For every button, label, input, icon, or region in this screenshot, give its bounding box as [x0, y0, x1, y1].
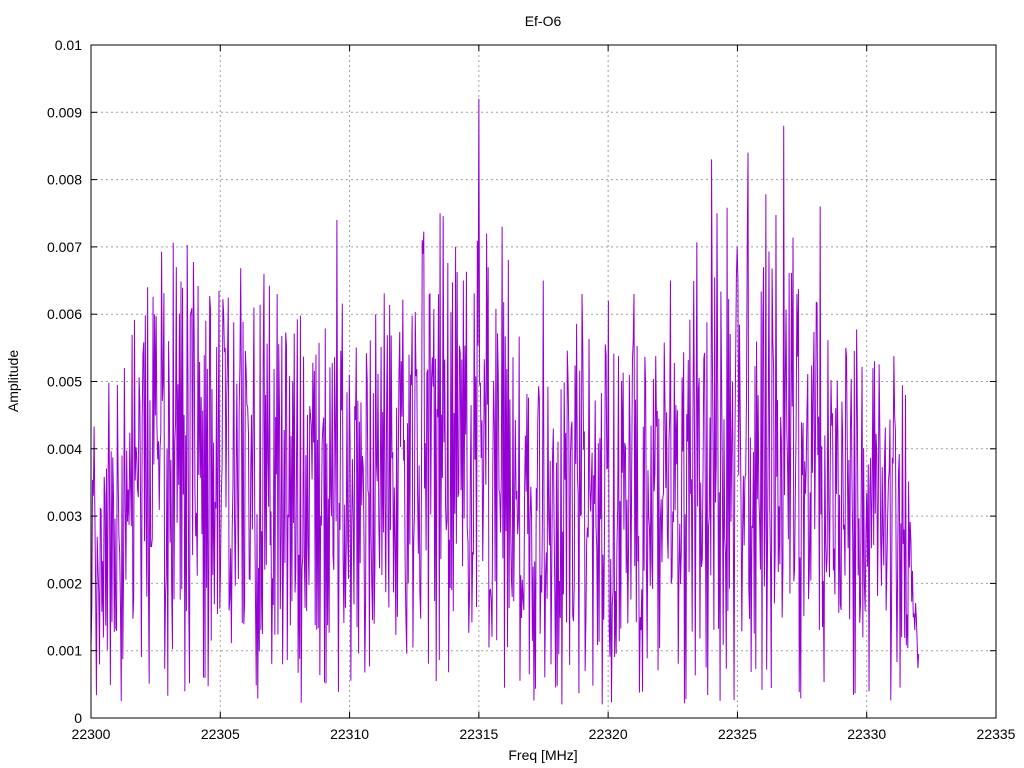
- y-tick-label: 0.004: [47, 441, 82, 457]
- chart-title: Ef-O6: [525, 13, 562, 29]
- y-tick-label: 0.002: [47, 575, 82, 591]
- y-tick-label: 0.009: [47, 104, 82, 120]
- x-tick-label: 22330: [847, 726, 886, 742]
- x-tick-label: 22310: [330, 726, 369, 742]
- x-tick-label: 22320: [589, 726, 628, 742]
- x-axis-label: Freq [MHz]: [508, 747, 577, 763]
- y-tick-label: 0.008: [47, 172, 82, 188]
- y-tick-label: 0.007: [47, 239, 82, 255]
- x-tick-label: 22305: [201, 726, 240, 742]
- y-axis-label: Amplitude: [5, 350, 21, 412]
- x-tick-label: 22335: [977, 726, 1016, 742]
- y-tick-label: 0.006: [47, 306, 82, 322]
- y-tick-label: 0.005: [47, 374, 82, 390]
- chart: 22300 22305 22310 22315 22320 22325 22330 22335…: [0, 0, 1024, 768]
- y-tick-label: 0.01: [55, 37, 82, 53]
- x-tick-label: 22315: [459, 726, 498, 742]
- y-tick-label: 0.003: [47, 508, 82, 524]
- y-tick-label: 0.001: [47, 643, 82, 659]
- x-tick-label: 22300: [72, 726, 111, 742]
- x-tick-label: 22325: [718, 726, 757, 742]
- y-tick-label: 0: [74, 710, 82, 726]
